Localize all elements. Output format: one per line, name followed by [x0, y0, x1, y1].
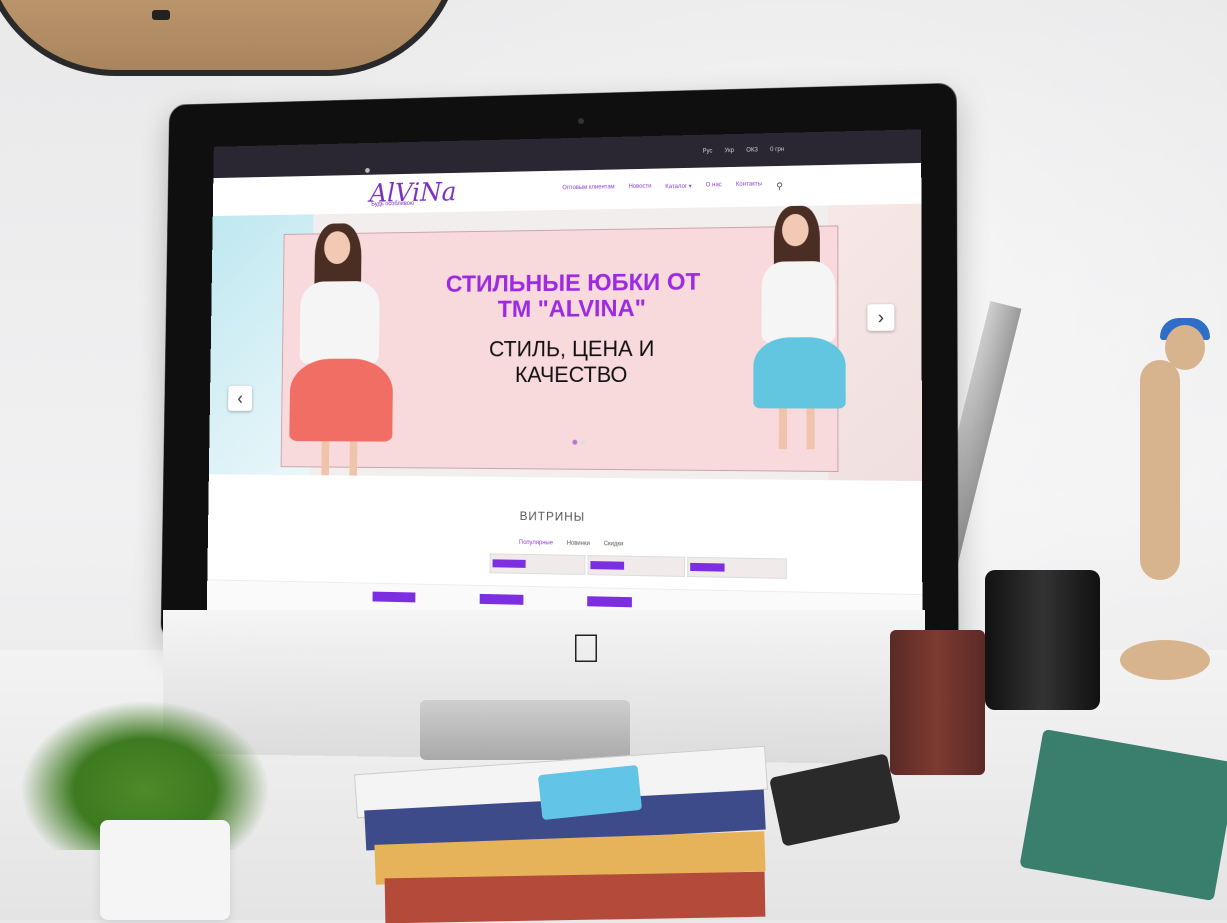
website-screen: Рус Укр ОКЗ 0 грн AlViNa Будь особливою … [206, 129, 923, 639]
nav-item-about[interactable]: О нас [706, 182, 722, 193]
product-badge [492, 559, 526, 568]
plant-pot [100, 820, 230, 920]
product-badge [590, 561, 625, 570]
product-badge [690, 562, 725, 572]
lang-ua-link[interactable]: Укр [721, 146, 737, 154]
product-badge[interactable] [479, 593, 524, 605]
showcase-title: ВИТРИНЫ [519, 508, 586, 524]
dot-icon [365, 167, 370, 173]
model-leg [778, 408, 788, 450]
clock-mount [152, 10, 170, 20]
product-card[interactable] [687, 556, 787, 579]
hero-slider: СТИЛЬНЫЕ ЮБКИ ОТ ТМ "ALVINA" СТИЛЬ, ЦЕНА… [208, 203, 923, 482]
pencil-cup [890, 630, 985, 775]
model-shirt [299, 280, 380, 364]
site-tagline: Будь особливою [371, 200, 415, 208]
model-skirt-coral [289, 358, 394, 442]
login-link[interactable]: ОКЗ [743, 146, 761, 154]
hero-subtitle: СТИЛЬ, ЦЕНА И КАЧЕСТВО [488, 335, 655, 387]
mannequin-base [1120, 640, 1210, 680]
nav-item-wholesale[interactable]: Оптовым клиентам [562, 184, 614, 196]
nav-item-contacts[interactable]: Контакты [736, 181, 762, 193]
camera-icon [578, 118, 584, 124]
apple-icon:  [568, 628, 604, 670]
book [384, 871, 766, 923]
showcase-tabs: Популярные Новинки Скидки [519, 540, 623, 548]
hero-title: СТИЛЬНЫЕ ЮБКИ ОТ ТМ "ALVINA" [445, 268, 701, 323]
model-skirt-blue [753, 337, 846, 409]
product-thumbnails [207, 548, 922, 581]
tab-popular[interactable]: Популярные [519, 540, 553, 547]
model-leg [321, 441, 330, 476]
product-badge[interactable] [372, 591, 416, 603]
model-leg [806, 408, 815, 450]
model-left [284, 222, 399, 476]
camera-lens [985, 570, 1100, 710]
main-nav: Оптовым клиентам Новости Каталог ▾ О нас… [562, 180, 783, 195]
imac-stand [420, 700, 630, 760]
tab-sale[interactable]: Скидки [604, 541, 624, 547]
product-badge[interactable] [587, 596, 632, 608]
tab-new[interactable]: Новинки [567, 541, 590, 547]
lang-ru-link[interactable]: Рус [699, 147, 715, 155]
cart-total[interactable]: 0 грн [767, 145, 787, 153]
slider-next-button[interactable]: › [867, 304, 895, 331]
wooden-mannequin [1140, 360, 1180, 580]
product-card[interactable] [489, 553, 586, 576]
search-icon[interactable]: ⚲ [776, 180, 783, 191]
slider-prev-button[interactable]: ‹ [228, 385, 253, 411]
model-shirt [761, 260, 836, 343]
product-card[interactable] [587, 554, 686, 577]
nav-item-catalog[interactable]: Каталог ▾ [665, 182, 691, 193]
slider-dot[interactable] [572, 439, 578, 445]
nav-item-news[interactable]: Новости [628, 183, 651, 194]
model-leg [349, 441, 358, 476]
slider-dot[interactable] [580, 439, 586, 445]
model-right [743, 205, 856, 450]
